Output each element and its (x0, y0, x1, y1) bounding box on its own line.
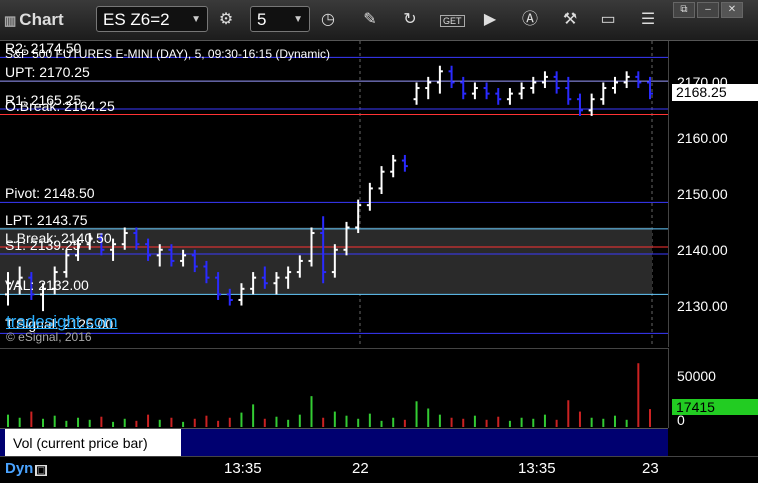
copyright-text: © eSignal, 2016 (6, 330, 92, 344)
alert-icon: Ⓐ (521, 11, 538, 28)
time-label: 22 (352, 460, 369, 477)
close-icon: ✕ (727, 4, 737, 15)
level-label: LPT: 2143.75 (5, 211, 88, 228)
alert-button[interactable]: Ⓐ (518, 8, 542, 32)
current-volume-marker: 17415 (672, 399, 758, 415)
level-label: VAL: 2132.00 (5, 277, 89, 294)
time-axis: Dyn ▣ 13:35 22 13:35 23 (0, 456, 758, 483)
symbol-combo[interactable]: ES Z6=2 ▼ (96, 6, 208, 32)
price-tick: 2160.00 (677, 130, 728, 147)
play-button[interactable]: ▶ (478, 8, 502, 32)
current-price-marker: 2168.25 (672, 84, 758, 102)
link-window-button[interactable]: ⧉ (673, 2, 695, 18)
volume-legend[interactable]: Vol (current price bar) (5, 429, 181, 457)
toolbar: ▥ Chart ES Z6=2 ▼ ⚙ 5 ▼ ◷ ✎ ↻ GET ▶ Ⓐ ⚒ ▭ ☰… (0, 0, 758, 41)
menu-icon: ☰ (640, 11, 656, 28)
price-tick: 2130.00 (677, 297, 728, 314)
volume-legend-bar: Vol (current price bar) ✕ (0, 428, 668, 457)
link-settings-button[interactable]: ⚙ (214, 8, 238, 32)
level-label: O.Break: 2164.25 (5, 97, 115, 114)
refresh-button[interactable]: ↻ (398, 8, 422, 32)
price-tick: 2140.00 (677, 241, 728, 258)
play-icon: ▶ (483, 11, 497, 28)
time-label: 13:35 (518, 460, 556, 477)
volume-tick: 50000 (677, 368, 716, 384)
level-label: Pivot: 2148.50 (5, 185, 95, 202)
dynamic-indicator[interactable]: Dyn ▣ (5, 460, 47, 477)
close-button[interactable]: ✕ (721, 2, 743, 18)
time-template-button[interactable]: ◷ (316, 8, 340, 32)
level-label: UPT: 2170.25 (5, 64, 90, 81)
minimize-icon: – (705, 4, 711, 15)
link-icon: ⧉ (680, 4, 688, 15)
comment-button[interactable]: ▭ (596, 8, 620, 32)
level-label: R2: 2174.50 (5, 40, 82, 57)
window-title: ▥ Chart (4, 10, 64, 29)
interval-combo[interactable]: 5 ▼ (250, 6, 310, 32)
tools-icon: ⚒ (562, 11, 578, 28)
price-chart[interactable] (0, 41, 668, 347)
price-tick: 2150.00 (677, 186, 728, 202)
gear-icon: ⚙ (218, 11, 234, 28)
time-label: 23 (642, 460, 659, 477)
time-label: 13:35 (224, 460, 262, 477)
comment-icon: ▭ (600, 11, 616, 28)
dropdown-arrow-icon[interactable]: ▼ (191, 7, 201, 33)
chart-icon: ▥ (4, 13, 17, 28)
draw-tool-button[interactable]: ✎ (358, 8, 382, 32)
minimize-button[interactable]: – (697, 2, 719, 18)
lock-icon: ▣ (35, 465, 47, 476)
volume-chart[interactable] (0, 348, 668, 429)
get-button[interactable]: GET (440, 8, 465, 32)
level-label: S1: 2139.25 (5, 236, 81, 253)
dropdown-arrow-icon[interactable]: ▼ (293, 7, 303, 33)
watermark-link: tradesight.com (6, 312, 118, 331)
refresh-icon: ↻ (403, 11, 417, 28)
get-icon: GET (440, 15, 465, 27)
tools-button[interactable]: ⚒ (558, 8, 582, 32)
pencil-icon: ✎ (363, 11, 377, 28)
volume-axis: 50000 0 (668, 348, 758, 428)
clock-icon: ◷ (321, 11, 335, 28)
close-legend-icon[interactable]: ✕ (172, 429, 181, 442)
menu-button[interactable]: ☰ (636, 8, 660, 32)
